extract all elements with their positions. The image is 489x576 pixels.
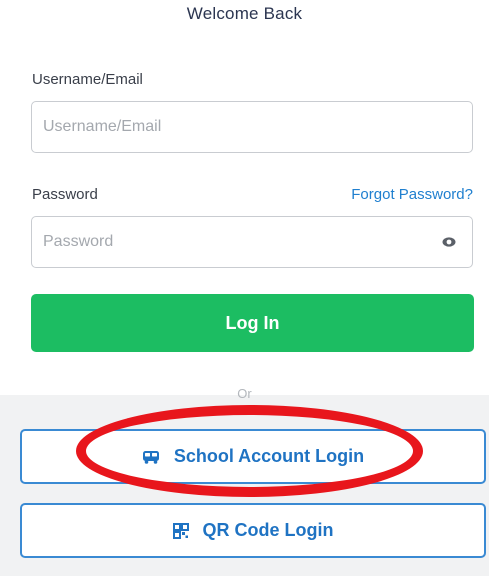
school-account-login-button[interactable]: School Account Login	[20, 429, 486, 484]
log-in-button-label: Log In	[225, 312, 280, 333]
username-label: Username/Email	[32, 71, 143, 88]
password-label: Password	[32, 186, 98, 203]
school-account-login-label: School Account Login	[173, 446, 365, 466]
username-field-container	[31, 101, 473, 153]
password-input[interactable]	[43, 217, 423, 267]
or-divider: Or	[237, 386, 252, 401]
eye-icon[interactable]	[442, 235, 456, 249]
qr-code-icon	[172, 522, 189, 539]
qr-code-login-label: QR Code Login	[202, 520, 334, 540]
password-field-container	[31, 216, 473, 268]
login-page: Welcome Back Username/Email Password For…	[0, 0, 489, 576]
username-input[interactable]	[43, 102, 423, 152]
forgot-password-link[interactable]: Forgot Password?	[351, 186, 473, 203]
bus-icon	[142, 450, 160, 464]
page-title: Welcome Back	[186, 4, 303, 23]
qr-code-login-button[interactable]: QR Code Login	[20, 503, 486, 558]
log-in-button[interactable]: Log In	[31, 294, 474, 352]
